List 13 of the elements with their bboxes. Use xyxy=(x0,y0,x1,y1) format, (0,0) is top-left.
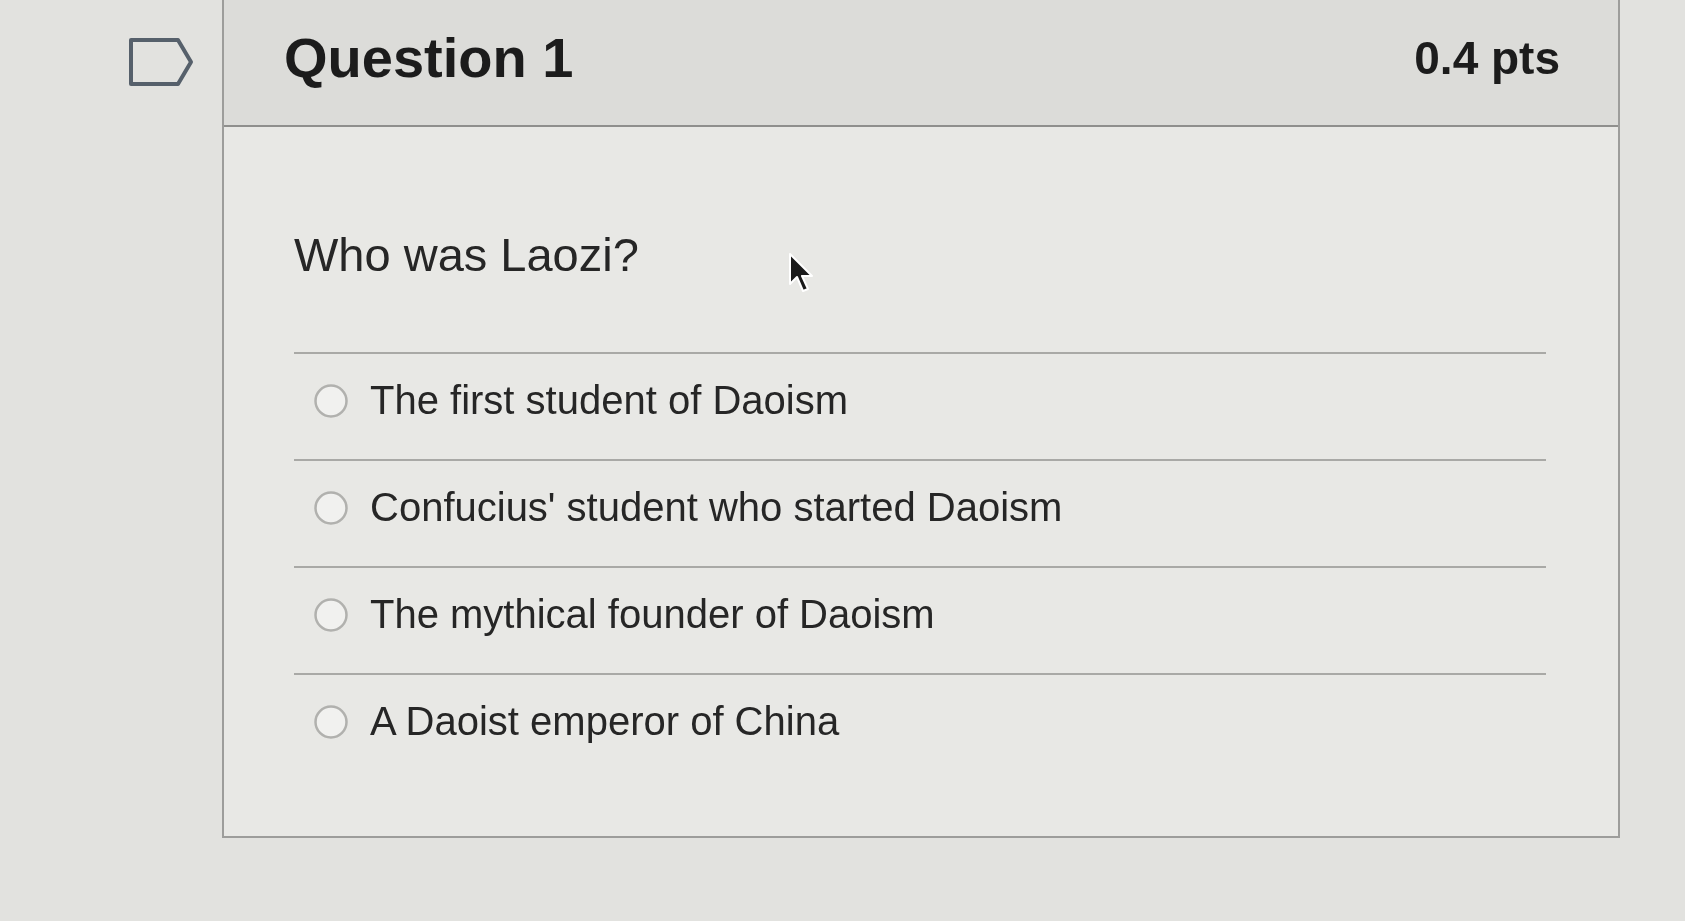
radio-button[interactable] xyxy=(314,490,348,525)
radio-button[interactable] xyxy=(314,704,348,739)
points-label: 0.4 pts xyxy=(1414,30,1560,85)
radio-button[interactable] xyxy=(314,383,348,418)
answer-label[interactable]: A Daoist emperor of China xyxy=(370,699,840,744)
flag-icon[interactable] xyxy=(128,37,194,87)
answer-label[interactable]: The first student of Daoism xyxy=(370,378,848,423)
mouse-pointer-icon xyxy=(788,252,814,294)
radio-button[interactable] xyxy=(314,597,348,632)
answer-label[interactable]: Confucius' student who started Daoism xyxy=(370,485,1063,530)
question-text: Who was Laozi? xyxy=(294,227,639,282)
question-title: Question 1 xyxy=(284,25,574,90)
answer-label[interactable]: The mythical founder of Daoism xyxy=(370,592,935,637)
